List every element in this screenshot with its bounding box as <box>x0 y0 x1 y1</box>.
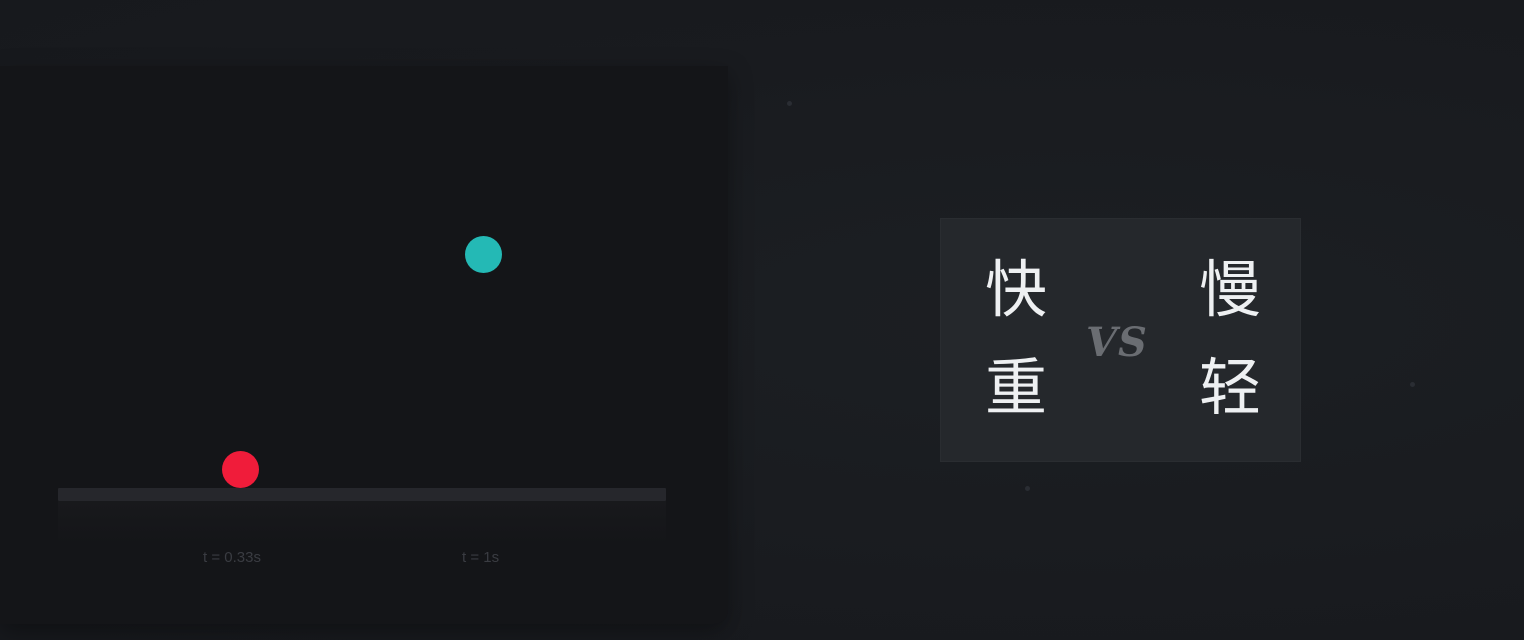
dust-particle <box>787 101 792 106</box>
dust-particle <box>1025 486 1030 491</box>
word-slow: 慢 <box>1199 253 1262 326</box>
teal-ball <box>465 236 502 273</box>
ground-bar <box>58 488 666 501</box>
comparison-card: 快 重 VS 慢 轻 <box>941 219 1300 461</box>
teal-ball-time-label: t = 1s <box>462 549 500 566</box>
red-ball-time-label: t = 0.33s <box>203 549 261 566</box>
dust-particle <box>1410 382 1415 387</box>
word-fast: 快 <box>985 253 1048 326</box>
red-ball <box>222 451 259 488</box>
word-light: 轻 <box>1199 351 1262 424</box>
ground-shadow <box>58 501 666 545</box>
animation-panel: t = 0.33s t = 1s <box>0 66 728 624</box>
video-frame: t = 0.33s t = 1s 快 重 VS 慢 轻 <box>0 0 1524 640</box>
vs-label: VS <box>1086 319 1148 366</box>
word-heavy: 重 <box>985 351 1048 424</box>
